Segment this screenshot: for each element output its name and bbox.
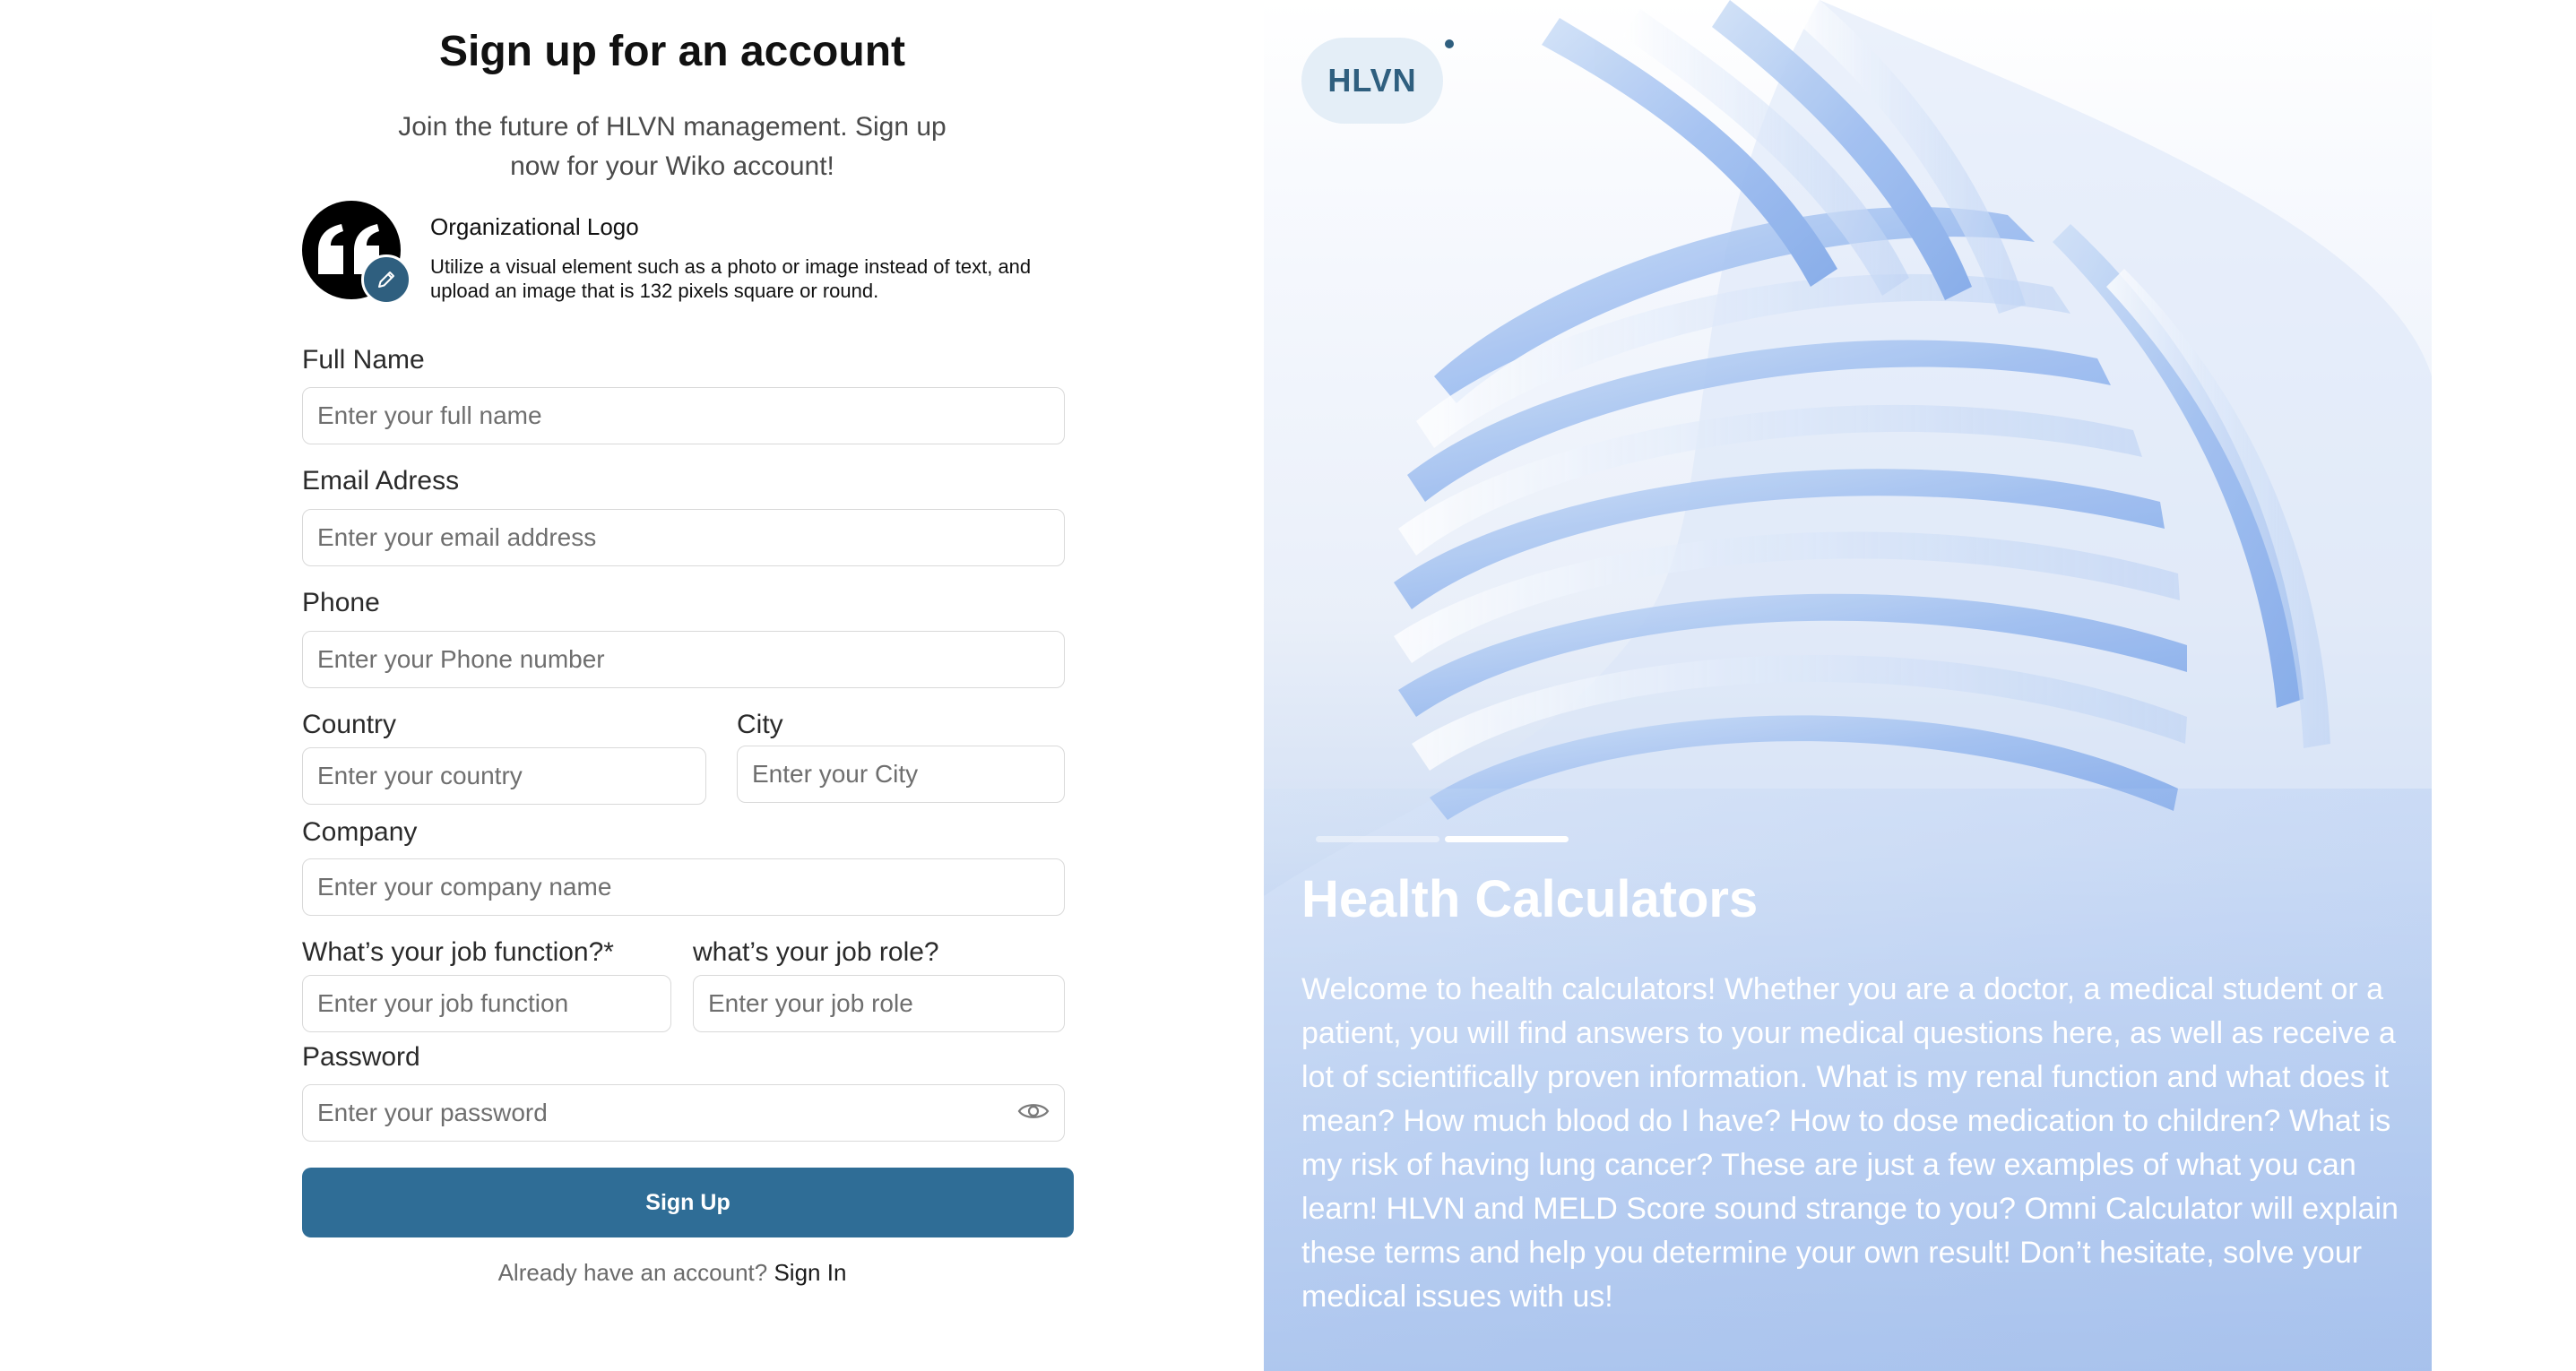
sign-up-button[interactable]: Sign Up — [302, 1168, 1074, 1237]
hero-description: Welcome to health calculators! Whether y… — [1301, 972, 2399, 1314]
edit-logo-button[interactable] — [361, 254, 411, 305]
job-role-input[interactable] — [693, 975, 1065, 1032]
brand-dot-icon — [1445, 39, 1454, 48]
hero-title: Health Calculators — [1301, 870, 1759, 928]
signup-form-panel: Sign up for an account Join the future o… — [0, 0, 1255, 1371]
sign-in-link[interactable]: Sign In — [774, 1259, 846, 1286]
slide-indicator-2-active[interactable] — [1445, 836, 1569, 842]
sign-in-prompt-text: Already have an account? — [497, 1259, 768, 1286]
city-input[interactable] — [737, 746, 1065, 803]
page-title: Sign up for an account — [438, 28, 905, 75]
organizational-logo-section: Organizational Logo Utilize a visual ele… — [302, 201, 1073, 305]
phone-label: Phone — [302, 588, 380, 617]
job-function-label: What’s your job function?* — [302, 937, 614, 967]
company-input[interactable] — [302, 858, 1065, 916]
country-input[interactable] — [302, 747, 706, 805]
slide-indicator-1[interactable] — [1316, 836, 1439, 842]
brand-logo: HLVN — [1301, 38, 1454, 124]
job-role-label: what’s your job role? — [693, 937, 939, 967]
country-label: Country — [302, 710, 397, 739]
full-name-input[interactable] — [302, 387, 1065, 444]
phone-input[interactable] — [302, 631, 1065, 688]
password-input[interactable] — [302, 1084, 1065, 1142]
full-name-label: Full Name — [302, 345, 425, 375]
show-password-icon[interactable] — [1017, 1100, 1050, 1122]
hero-panel: HLVN Health Calculators Welcome to healt… — [1264, 0, 2432, 1371]
city-label: City — [737, 710, 783, 739]
pencil-icon — [378, 272, 394, 288]
email-input[interactable] — [302, 509, 1065, 566]
password-label: Password — [302, 1042, 420, 1072]
brand-name: HLVN — [1327, 62, 1417, 99]
job-function-input[interactable] — [302, 975, 671, 1032]
sign-in-prompt: Already have an account? Sign In — [0, 1259, 1344, 1287]
page-subtitle: Join the future of HLVN management. Sign… — [398, 112, 947, 181]
email-label: Email Adress — [302, 466, 460, 496]
logo-section-title: Organizational Logo — [430, 213, 639, 240]
logo-section-description: Utilize a visual element such as a photo… — [430, 255, 1032, 302]
company-label: Company — [302, 817, 418, 847]
